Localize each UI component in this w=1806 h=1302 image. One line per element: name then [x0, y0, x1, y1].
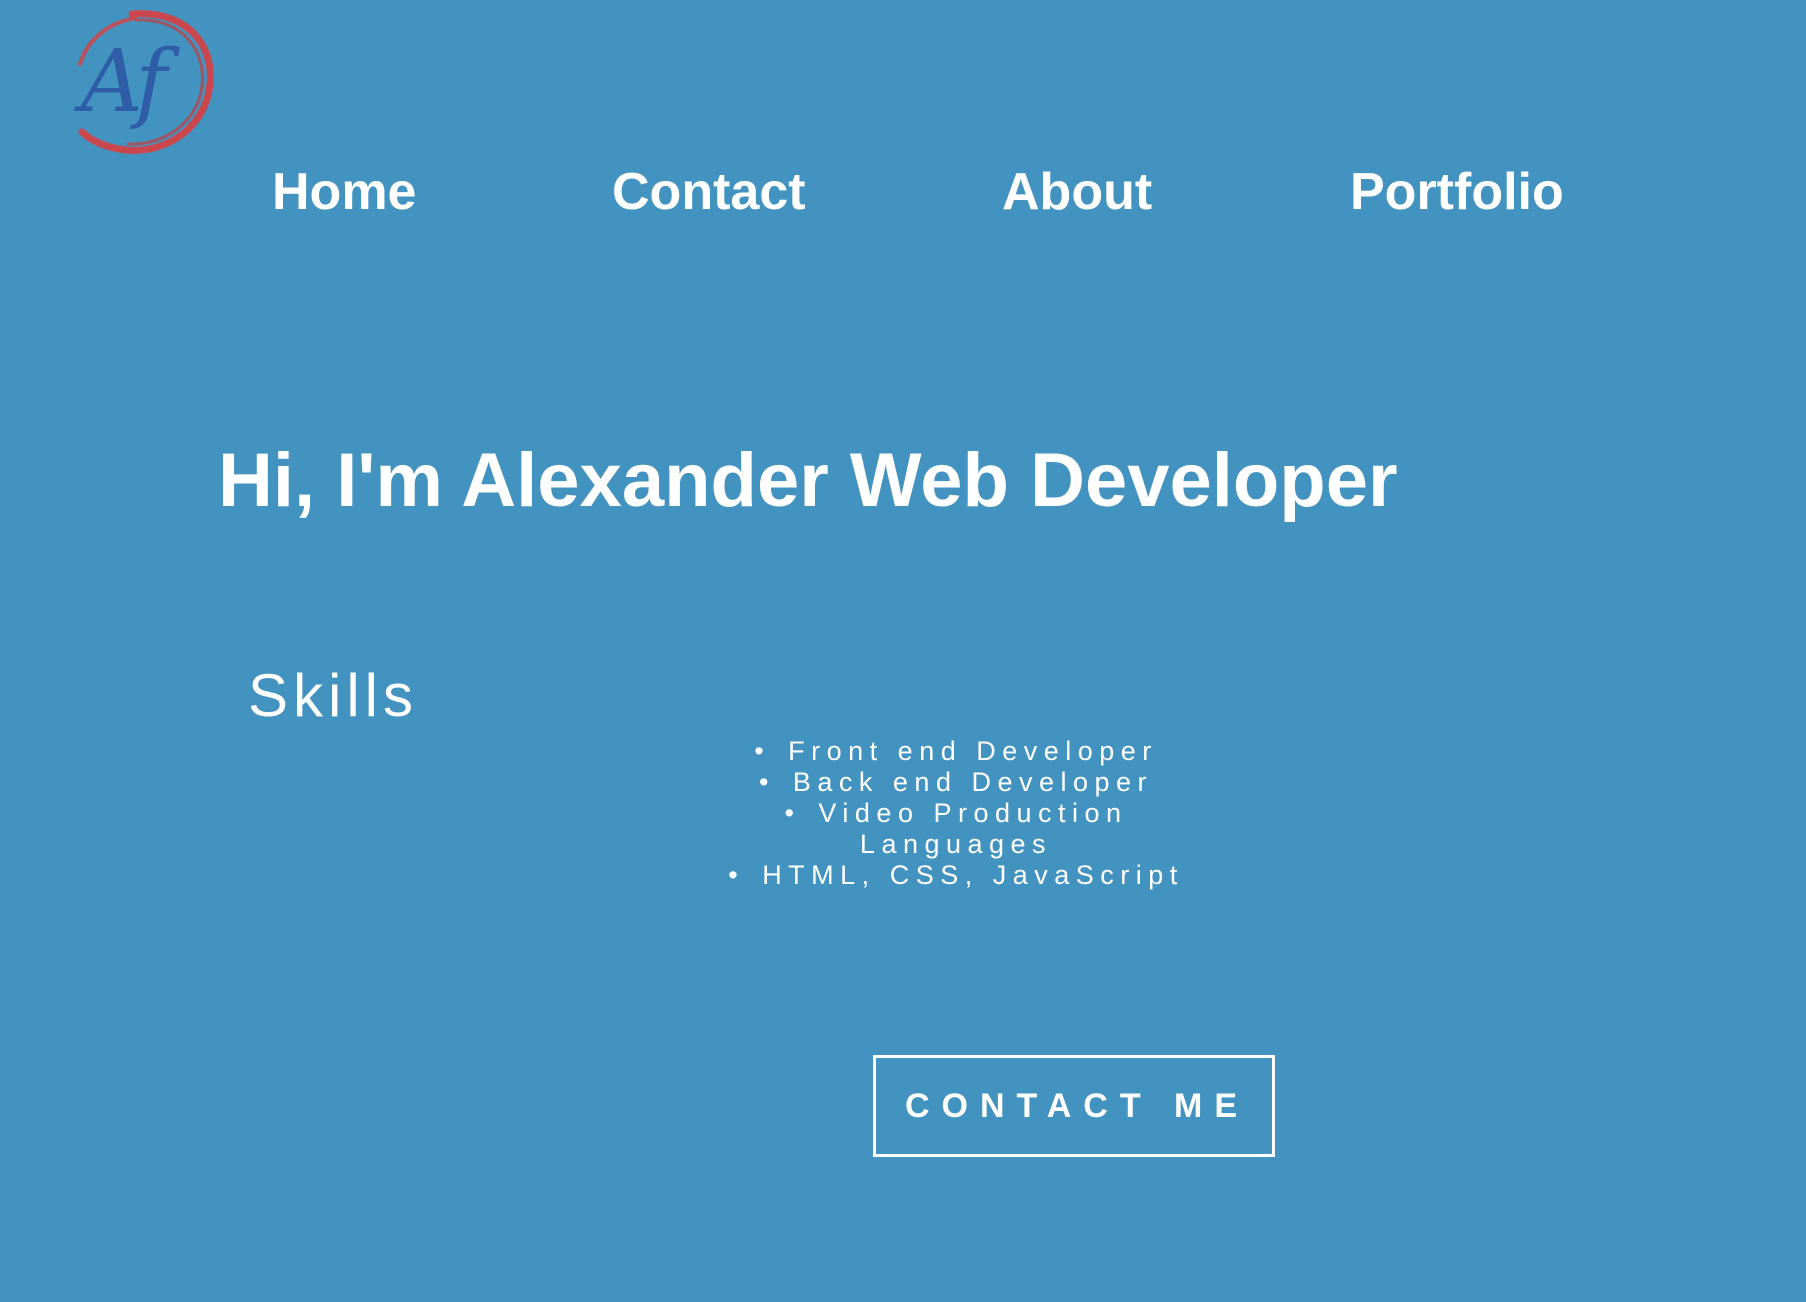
logo-letters: Af	[80, 32, 167, 132]
skill-label: Front end Developer	[788, 736, 1158, 766]
page: Af Home Contact About Portfolio Hi, I'm …	[0, 0, 1806, 1302]
bullet-icon: •	[754, 736, 771, 766]
bullet-icon: •	[758, 767, 775, 797]
skill-item-back-end: • Back end Developer	[556, 767, 1356, 798]
skill-item-languages: • HTML, CSS, JavaScript	[556, 860, 1356, 891]
contact-me-button[interactable]: CONTACT ME	[873, 1055, 1275, 1157]
main-nav: Home Contact About Portfolio	[0, 160, 1806, 224]
languages-label: Languages	[859, 829, 1053, 859]
skill-item-front-end: • Front end Developer	[556, 736, 1356, 767]
skills-list: • Front end Developer • Back end Developer…	[556, 736, 1356, 891]
site-logo[interactable]: Af	[36, 4, 218, 160]
skill-item-video-production: • Video Production	[556, 798, 1356, 829]
nav-portfolio-link[interactable]: Portfolio	[1350, 160, 1564, 224]
skill-label: Back end Developer	[792, 767, 1154, 797]
bullet-icon: •	[784, 798, 801, 828]
bullet-icon: •	[728, 860, 745, 890]
languages-value: HTML, CSS, JavaScript	[762, 860, 1184, 890]
hero-title: Hi, I'm Alexander Web Developer	[218, 438, 1398, 523]
skill-label: Video Production	[818, 798, 1128, 828]
skills-heading: Skills	[248, 662, 419, 729]
nav-contact-link[interactable]: Contact	[612, 160, 806, 224]
nav-about-link[interactable]: About	[1002, 160, 1152, 224]
nav-home-link[interactable]: Home	[272, 160, 416, 224]
